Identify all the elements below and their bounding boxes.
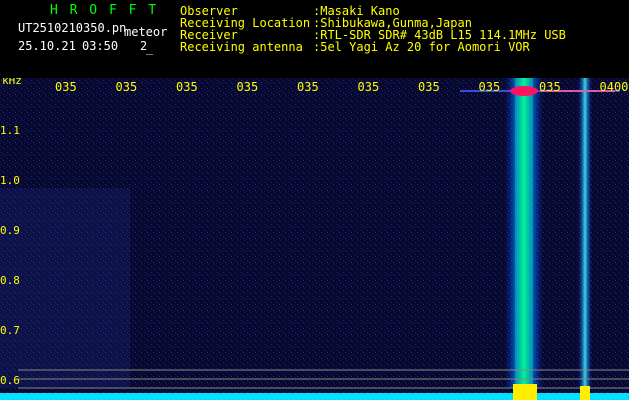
filename: UT2510210350.pn <box>18 21 127 35</box>
time-tick-label: 035 <box>418 80 440 94</box>
date: 25.10.21 <box>18 39 76 53</box>
time-tick-label: 035 <box>116 80 138 94</box>
time-tick-label: 035 <box>55 80 77 94</box>
time-tick-label: 035 <box>176 80 198 94</box>
header: H R O F F T UT2510210350.pn meteor 25.10… <box>0 0 629 78</box>
time-tick-label: 035 <box>479 80 501 94</box>
time-tick-label: 035 <box>358 80 380 94</box>
time-tick-label: 035 <box>297 80 319 94</box>
antenna-label: Receiving antenna <box>180 40 303 54</box>
meteor-label: meteor <box>124 25 168 39</box>
baseline-peak-main <box>513 384 537 400</box>
signal-band-secondary <box>578 78 592 388</box>
freq-tick-label: 1.1 <box>0 124 20 137</box>
freq-tick-label: 0.6 <box>0 374 20 387</box>
time: 03:50 <box>82 39 119 53</box>
freq-tick-label: 0.9 <box>0 224 20 237</box>
spectrogram-canvas: 035 035 035 035 035 035 035 035 035 0400 1.1 1.0 0.… <box>0 78 629 400</box>
freq-tick-label: 0.7 <box>0 324 20 337</box>
baseline-peak-secondary <box>580 386 590 400</box>
time-tick-label: 035 <box>237 80 259 94</box>
app-title: H R O F F T <box>50 3 159 18</box>
time-tick-label: 035 <box>539 80 561 94</box>
signal-band-core <box>515 78 533 388</box>
hot-spot <box>510 86 538 96</box>
noise-patch <box>0 188 130 388</box>
underscore-mark: _ <box>146 41 154 55</box>
time-tick-label: 0400 <box>600 80 629 94</box>
y-unit-label: kHz <box>2 78 22 87</box>
freq-tick-label: 1.0 <box>0 174 20 187</box>
freq-tick-label: 0.8 <box>0 274 20 287</box>
antenna-value: :5el Yagi Az 20 for Aomori VOR <box>313 40 530 54</box>
spectrogram: 035 035 035 035 035 035 035 035 035 0400 1.1 1.0 0.… <box>0 78 629 400</box>
